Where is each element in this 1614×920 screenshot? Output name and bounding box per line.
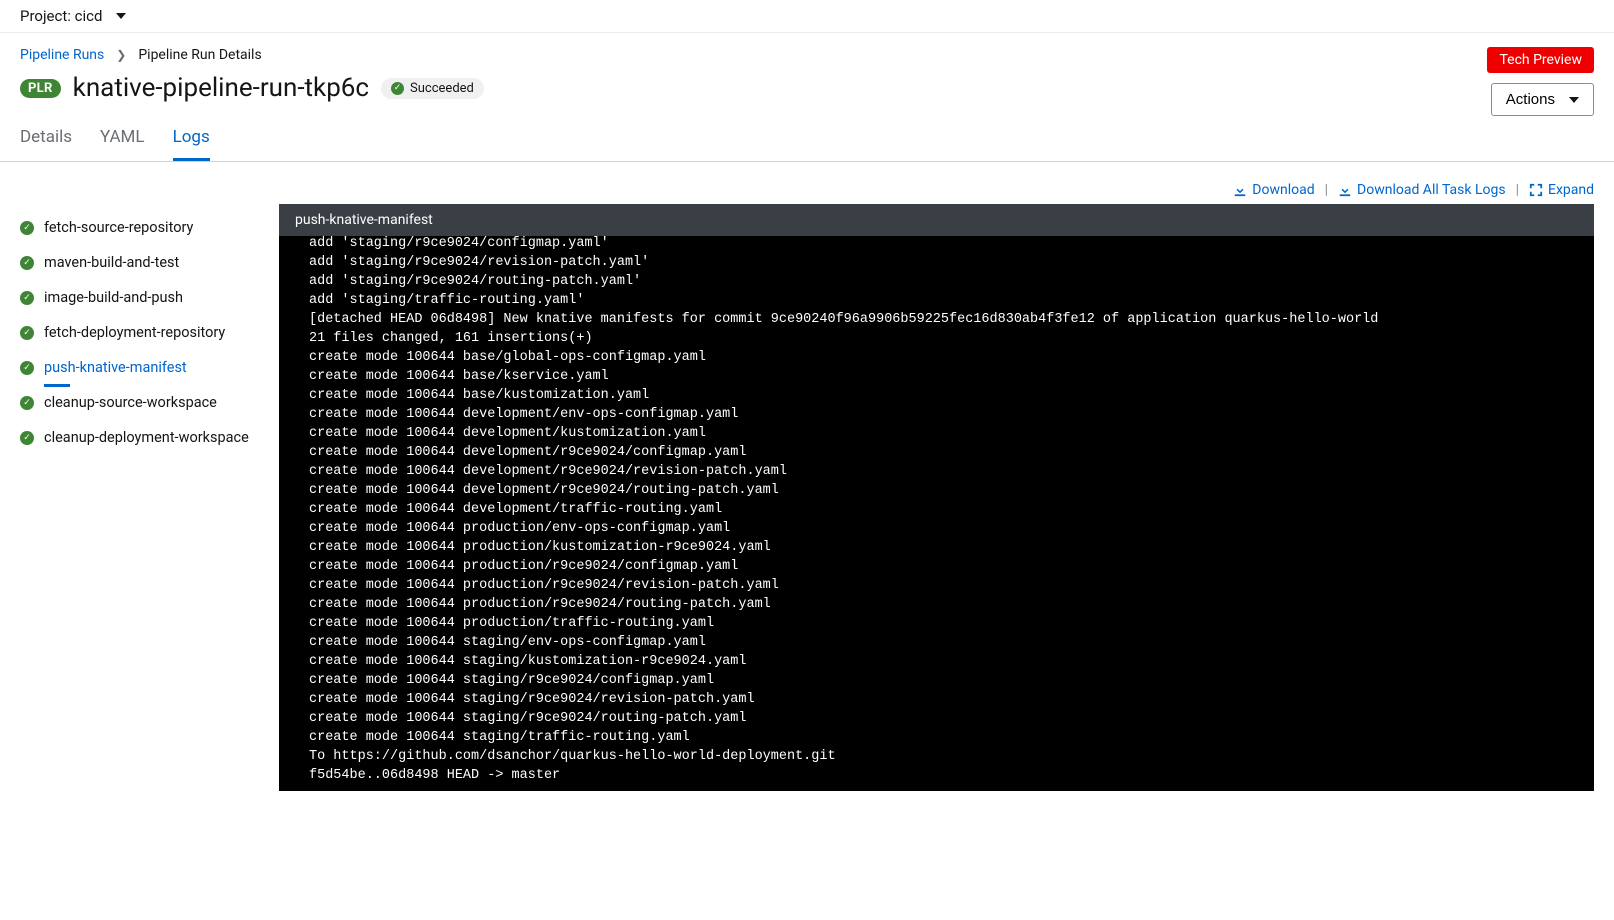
expand-link[interactable]: Expand	[1529, 182, 1594, 198]
tab-logs[interactable]: Logs	[173, 119, 210, 161]
page-header: Pipeline Runs ❯ Pipeline Run Details PLR…	[0, 33, 1614, 162]
task-label: cleanup-deployment-workspace	[44, 429, 249, 446]
task-label: push-knative-manifest	[44, 359, 187, 376]
download-icon	[1233, 183, 1247, 197]
log-header: push-knative-manifest	[279, 204, 1594, 236]
task-item-fetch-source-repository[interactable]: ✓ fetch-source-repository	[20, 210, 265, 245]
page-title: knative-pipeline-run-tkp6c	[73, 73, 369, 103]
log-body[interactable]: add 'staging/r9ce9024/configmap.yaml' ad…	[279, 236, 1594, 791]
breadcrumb-current: Pipeline Run Details	[138, 47, 261, 63]
content-area: ✓ fetch-source-repository ✓ maven-build-and…	[0, 162, 1614, 811]
task-item-fetch-deployment-repository[interactable]: ✓ fetch-deployment-repository	[20, 315, 265, 350]
download-link[interactable]: Download	[1233, 182, 1314, 198]
download-icon	[1338, 183, 1352, 197]
task-label: image-build-and-push	[44, 289, 183, 306]
check-circle-icon: ✓	[20, 221, 34, 235]
check-circle-icon: ✓	[20, 361, 34, 375]
log-pane: Download | Download All Task Logs | Expa…	[279, 182, 1594, 791]
task-label: maven-build-and-test	[44, 254, 179, 271]
task-item-image-build-and-push[interactable]: ✓ image-build-and-push	[20, 280, 265, 315]
separator: |	[1516, 182, 1519, 198]
status-badge: ✓ Succeeded	[381, 78, 484, 99]
check-circle-icon: ✓	[20, 396, 34, 410]
project-label: Project: cicd	[20, 7, 102, 25]
check-circle-icon: ✓	[20, 256, 34, 270]
download-label: Download	[1252, 182, 1314, 198]
title-row: PLR knative-pipeline-run-tkp6c ✓ Succeed…	[20, 73, 1594, 103]
top-bar: Project: cicd	[0, 0, 1614, 33]
resource-badge: PLR	[20, 79, 61, 98]
project-selector[interactable]: Project: cicd	[20, 7, 126, 25]
separator: |	[1325, 182, 1328, 198]
task-list: ✓ fetch-source-repository ✓ maven-build-and…	[20, 182, 265, 791]
status-text: Succeeded	[410, 81, 474, 96]
download-all-label: Download All Task Logs	[1357, 182, 1506, 198]
caret-down-icon	[1569, 97, 1579, 103]
check-circle-icon: ✓	[391, 82, 404, 95]
tab-details[interactable]: Details	[20, 119, 72, 161]
tech-preview-badge[interactable]: Tech Preview	[1487, 47, 1594, 73]
tab-yaml[interactable]: YAML	[100, 119, 145, 161]
download-all-link[interactable]: Download All Task Logs	[1338, 182, 1506, 198]
check-circle-icon: ✓	[20, 291, 34, 305]
task-label: cleanup-source-workspace	[44, 394, 217, 411]
caret-down-icon	[116, 13, 126, 19]
actions-dropdown[interactable]: Actions	[1491, 83, 1594, 116]
task-label: fetch-source-repository	[44, 219, 193, 236]
expand-label: Expand	[1548, 182, 1594, 198]
task-item-cleanup-deployment-workspace[interactable]: ✓ cleanup-deployment-workspace	[20, 420, 265, 455]
check-circle-icon: ✓	[20, 326, 34, 340]
actions-label: Actions	[1506, 91, 1555, 108]
tabs: Details YAML Logs	[20, 119, 1594, 161]
breadcrumb-parent-link[interactable]: Pipeline Runs	[20, 47, 104, 63]
task-label: fetch-deployment-repository	[44, 324, 225, 341]
task-item-maven-build-and-test[interactable]: ✓ maven-build-and-test	[20, 245, 265, 280]
check-circle-icon: ✓	[20, 431, 34, 445]
breadcrumb: Pipeline Runs ❯ Pipeline Run Details	[20, 47, 1594, 63]
chevron-right-icon: ❯	[116, 48, 126, 62]
log-body-wrapper: add 'staging/r9ce9024/configmap.yaml' ad…	[279, 236, 1594, 791]
task-item-push-knative-manifest[interactable]: ✓ push-knative-manifest	[20, 350, 265, 385]
log-actions: Download | Download All Task Logs | Expa…	[279, 182, 1594, 198]
expand-icon	[1529, 183, 1543, 197]
task-item-cleanup-source-workspace[interactable]: ✓ cleanup-source-workspace	[20, 385, 265, 420]
